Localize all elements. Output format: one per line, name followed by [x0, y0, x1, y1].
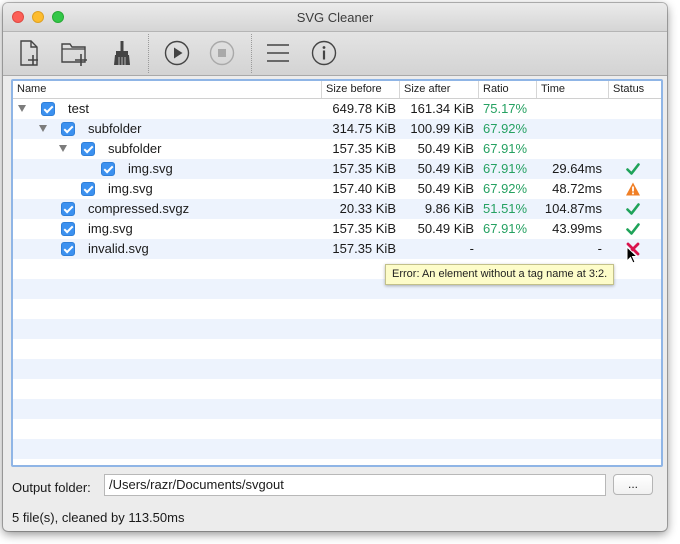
size-before: 157.35 KiB — [332, 141, 396, 156]
column-header-status[interactable]: Status — [608, 81, 661, 98]
row-checkbox[interactable] — [101, 162, 115, 176]
size-before: 157.40 KiB — [332, 181, 396, 196]
preferences-button[interactable] — [262, 37, 294, 69]
window-title: SVG Cleaner — [296, 10, 374, 25]
time-value: 29.64ms — [552, 161, 602, 176]
disclosure-arrow-expanded[interactable] — [39, 125, 47, 132]
row-checkbox[interactable] — [81, 142, 95, 156]
toolbar-separator — [251, 34, 252, 73]
row-checkbox[interactable] — [81, 182, 95, 196]
size-after: 100.99 KiB — [410, 121, 474, 136]
tree-row-file[interactable]: img.svg 157.40 KiB 50.49 KiB 67.92% 48.7… — [13, 179, 661, 199]
size-after: 9.86 KiB — [424, 201, 474, 216]
about-button[interactable] — [308, 37, 340, 69]
tree-row-file[interactable]: img.svg 157.35 KiB 50.49 KiB 67.91% 43.9… — [13, 219, 661, 239]
row-checkbox[interactable] — [61, 222, 75, 236]
time-value: 104.87ms — [544, 201, 602, 216]
play-icon — [164, 40, 190, 66]
ratio-value: 75.17% — [483, 101, 528, 116]
file-name: img.svg — [108, 181, 153, 196]
browse-button[interactable]: ... — [613, 474, 653, 495]
file-name: img.svg — [128, 161, 173, 176]
toolbar — [3, 32, 667, 76]
size-after: 50.49 KiB — [417, 221, 474, 236]
ratio-value: 67.92% — [483, 121, 528, 136]
status-bar-text: 5 file(s), cleaned by 113.50ms — [12, 510, 185, 525]
size-before: 157.35 KiB — [332, 221, 396, 236]
mouse-cursor-icon — [626, 246, 638, 264]
row-checkbox[interactable] — [61, 122, 75, 136]
time-value: - — [597, 241, 602, 256]
broom-icon — [114, 41, 130, 65]
checkmark-icon — [626, 203, 640, 215]
disclosure-arrow-expanded[interactable] — [18, 105, 26, 112]
tree-row-subfolder[interactable]: subfolder 157.35 KiB 50.49 KiB 67.91% — [13, 139, 661, 159]
size-before: 314.75 KiB — [332, 121, 396, 136]
add-files-button[interactable] — [13, 37, 45, 69]
column-header-name[interactable]: Name — [13, 81, 321, 98]
file-name: invalid.svg — [88, 241, 149, 256]
time-value: 43.99ms — [552, 221, 602, 236]
toolbar-separator — [148, 34, 149, 73]
add-folder-button[interactable] — [58, 37, 90, 69]
stop-icon — [209, 40, 235, 66]
row-checkbox[interactable] — [41, 102, 55, 116]
size-after: 161.34 KiB — [410, 101, 474, 116]
column-header-time[interactable]: Time — [536, 81, 608, 98]
tree-row-file[interactable]: img.svg 157.35 KiB 50.49 KiB 67.91% 29.6… — [13, 159, 661, 179]
info-icon — [311, 40, 337, 66]
size-before: 20.33 KiB — [339, 201, 396, 216]
add-file-icon — [20, 40, 38, 66]
size-after: 50.49 KiB — [417, 141, 474, 156]
file-name: compressed.svgz — [88, 201, 190, 216]
tree-row-subfolder[interactable]: subfolder 314.75 KiB 100.99 KiB 67.92% — [13, 119, 661, 139]
output-folder-label: Output folder: — [12, 480, 91, 495]
time-value: 48.72ms — [552, 181, 602, 196]
error-tooltip: Error: An element without a tag name at … — [385, 264, 615, 285]
size-before: 649.78 KiB — [332, 101, 396, 116]
file-name: img.svg — [88, 221, 133, 236]
checkmark-icon — [626, 223, 640, 235]
stop-button[interactable] — [206, 37, 238, 69]
row-checkbox[interactable] — [61, 202, 75, 216]
tree-row-test[interactable]: test 649.78 KiB 161.34 KiB 75.17% — [13, 99, 661, 119]
warning-icon[interactable] — [625, 181, 641, 197]
tree-header: Name Size before Size after Ratio Time S… — [13, 81, 661, 99]
ratio-value: 51.51% — [483, 201, 528, 216]
column-header-size-before[interactable]: Size before — [321, 81, 399, 98]
title-bar[interactable]: SVG Cleaner — [3, 3, 667, 32]
file-name: subfolder — [88, 121, 142, 136]
menu-icon — [267, 44, 289, 62]
column-header-ratio[interactable]: Ratio — [478, 81, 536, 98]
file-name: subfolder — [108, 141, 162, 156]
size-after: 50.49 KiB — [417, 181, 474, 196]
row-checkbox[interactable] — [61, 242, 75, 256]
size-before: 157.35 KiB — [332, 241, 396, 256]
ratio-value: 67.91% — [483, 161, 528, 176]
ratio-value: 67.92% — [483, 181, 528, 196]
clear-list-button[interactable] — [106, 37, 138, 69]
size-after: 50.49 KiB — [417, 161, 474, 176]
checkmark-icon — [626, 163, 640, 175]
size-before: 157.35 KiB — [332, 161, 396, 176]
column-header-size-after[interactable]: Size after — [399, 81, 478, 98]
output-folder-field[interactable]: /Users/razr/Documents/svgout — [104, 474, 606, 496]
tree-row-file[interactable]: compressed.svgz 20.33 KiB 9.86 KiB 51.51… — [13, 199, 661, 219]
tree-row-file[interactable]: invalid.svg 157.35 KiB - - — [13, 239, 661, 259]
ratio-value: 67.91% — [483, 141, 528, 156]
file-name: test — [68, 101, 89, 116]
add-folder-icon — [61, 43, 87, 66]
size-after: - — [469, 241, 474, 256]
disclosure-arrow-expanded[interactable] — [59, 145, 67, 152]
start-button[interactable] — [161, 37, 193, 69]
ratio-value: 67.91% — [483, 221, 528, 236]
